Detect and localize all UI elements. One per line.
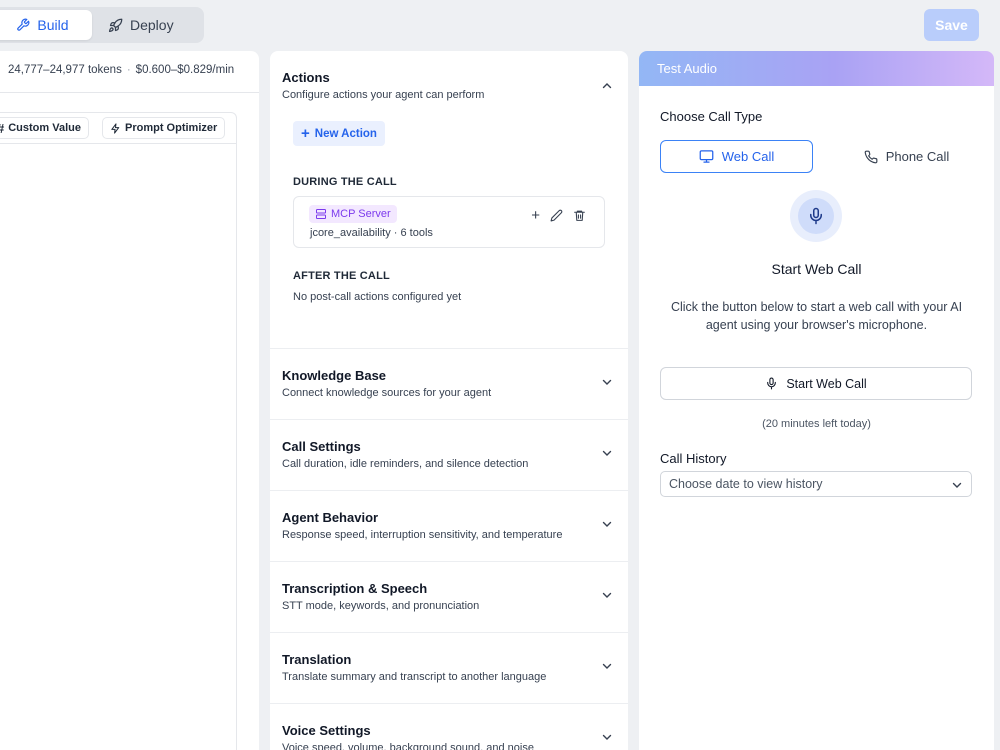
section-agent-behavior[interactable]: Agent Behavior Response speed, interrupt… [270,491,628,562]
mcp-server-badge: MCP Server [309,205,397,223]
monitor-icon [699,150,714,163]
no-post-call-text: No post-call actions configured yet [293,291,462,303]
test-audio-header: Test Audio [639,51,994,86]
section-subtitle: Response speed, interruption sensitivity… [282,529,563,541]
section-knowledge-base[interactable]: Knowledge Base Connect knowledge sources… [270,349,628,420]
edit-pencil-icon[interactable] [550,209,563,222]
wrench-icon [17,18,30,31]
web-call-option[interactable]: Web Call [660,140,813,173]
after-call-label: AFTER THE CALL [293,270,390,282]
lightning-icon [111,122,120,134]
section-title: Knowledge Base [282,368,387,383]
actions-subtitle: Configure actions your agent can perform [282,89,485,101]
section-subtitle: Translate summary and transcript to anot… [282,671,547,683]
section-subtitle: Connect knowledge sources for your agent [282,387,492,399]
microphone-icon [767,377,777,390]
mcp-badge-label: MCP Server [331,208,391,220]
prompt-optimizer-label: Prompt Optimizer [125,122,218,134]
section-title: Call Settings [282,439,361,454]
add-icon[interactable]: + [531,208,540,223]
prompt-editor[interactable]: # Custom Value Prompt Optimizer [0,112,237,750]
phone-call-label: Phone Call [885,149,950,164]
section-title: Translation [282,652,352,667]
start-web-call-description: Click the button below to start a web ca… [670,300,963,332]
microphone-indicator [790,190,842,242]
start-web-call-title: Start Web Call [771,261,862,277]
price-per-minute: $0.600–$0.829/min [135,64,235,76]
section-title: Transcription & Speech [282,581,428,596]
prompt-optimizer-button[interactable]: Prompt Optimizer [102,117,226,139]
section-subtitle: STT mode, keywords, and pronunciation [282,600,480,612]
actions-title: Actions [282,70,330,85]
start-web-call-button[interactable]: Start Web Call [660,367,972,400]
mode-toggle: Build Deploy [0,7,204,43]
mcp-detail: jcore_availability · 6 tools [310,227,433,239]
section-subtitle: Voice speed, volume, background sound, a… [282,742,534,750]
section-transcription-speech[interactable]: Transcription & Speech STT mode, keyword… [270,562,628,633]
trash-icon[interactable] [573,209,586,222]
minutes-left: (20 minutes left today) [762,418,871,430]
chevron-down-icon [602,663,612,669]
section-voice-settings[interactable]: Voice Settings Voice speed, volume, back… [270,704,628,750]
chevron-down-icon [602,379,612,385]
save-button[interactable]: Save [924,9,979,41]
chevron-down-icon [602,592,612,598]
web-call-label: Web Call [721,149,775,164]
chevron-down-icon [952,482,962,488]
settings-panel: Actions Configure actions your agent can… [270,51,628,750]
section-call-settings[interactable]: Call Settings Call duration, idle remind… [270,420,628,491]
new-action-button[interactable]: + New Action [293,121,385,146]
token-count: 24,777–24,977 tokens [8,64,122,76]
start-web-call-button-label: Start Web Call [786,376,867,391]
during-call-label: DURING THE CALL [293,176,397,188]
deploy-label: Deploy [130,17,174,33]
call-history-select[interactable]: Choose date to view history [660,471,972,497]
server-icon [316,209,326,219]
chevron-down-icon [602,450,612,456]
test-audio-title: Test Audio [657,61,717,76]
call-history-placeholder: Choose date to view history [669,477,823,491]
call-history-label: Call History [660,451,727,466]
section-subtitle: Call duration, idle reminders, and silen… [282,458,529,470]
build-label: Build [37,17,69,33]
phone-call-option[interactable]: Phone Call [839,140,974,173]
microphone-inner [798,198,834,234]
editor-toolbar: # Custom Value Prompt Optimizer [0,113,236,144]
section-translation[interactable]: Translation Translate summary and transc… [270,633,628,704]
build-tab[interactable]: Build [0,10,92,40]
choose-call-type-label: Choose Call Type [660,109,763,124]
token-summary: 24,777–24,977 tokens · $0.600–$0.829/min [8,64,234,76]
rocket-icon [108,18,123,32]
test-audio-panel: Test Audio Choose Call Type Web Call Pho… [639,51,994,750]
hash-icon: # [0,121,4,136]
section-title: Voice Settings [282,723,371,738]
chevron-down-icon [602,734,612,740]
chevron-down-icon [602,521,612,527]
deploy-tab[interactable]: Deploy [108,10,198,40]
separator-dot: · [126,64,131,76]
phone-icon [864,150,878,163]
plus-icon: + [301,125,310,142]
prompt-panel: 24,777–24,977 tokens · $0.600–$0.829/min #… [0,51,259,750]
mcp-actions: + [531,208,586,223]
custom-value-label: Custom Value [8,122,81,134]
microphone-icon [810,207,822,225]
chevron-up-icon[interactable] [602,81,612,91]
mcp-server-card[interactable]: MCP Server jcore_availability · 6 tools … [293,196,605,248]
actions-section: Actions Configure actions your agent can… [270,51,628,349]
divider [0,92,259,93]
section-title: Agent Behavior [282,510,379,525]
custom-value-button[interactable]: # Custom Value [0,117,89,139]
new-action-label: New Action [314,127,377,140]
